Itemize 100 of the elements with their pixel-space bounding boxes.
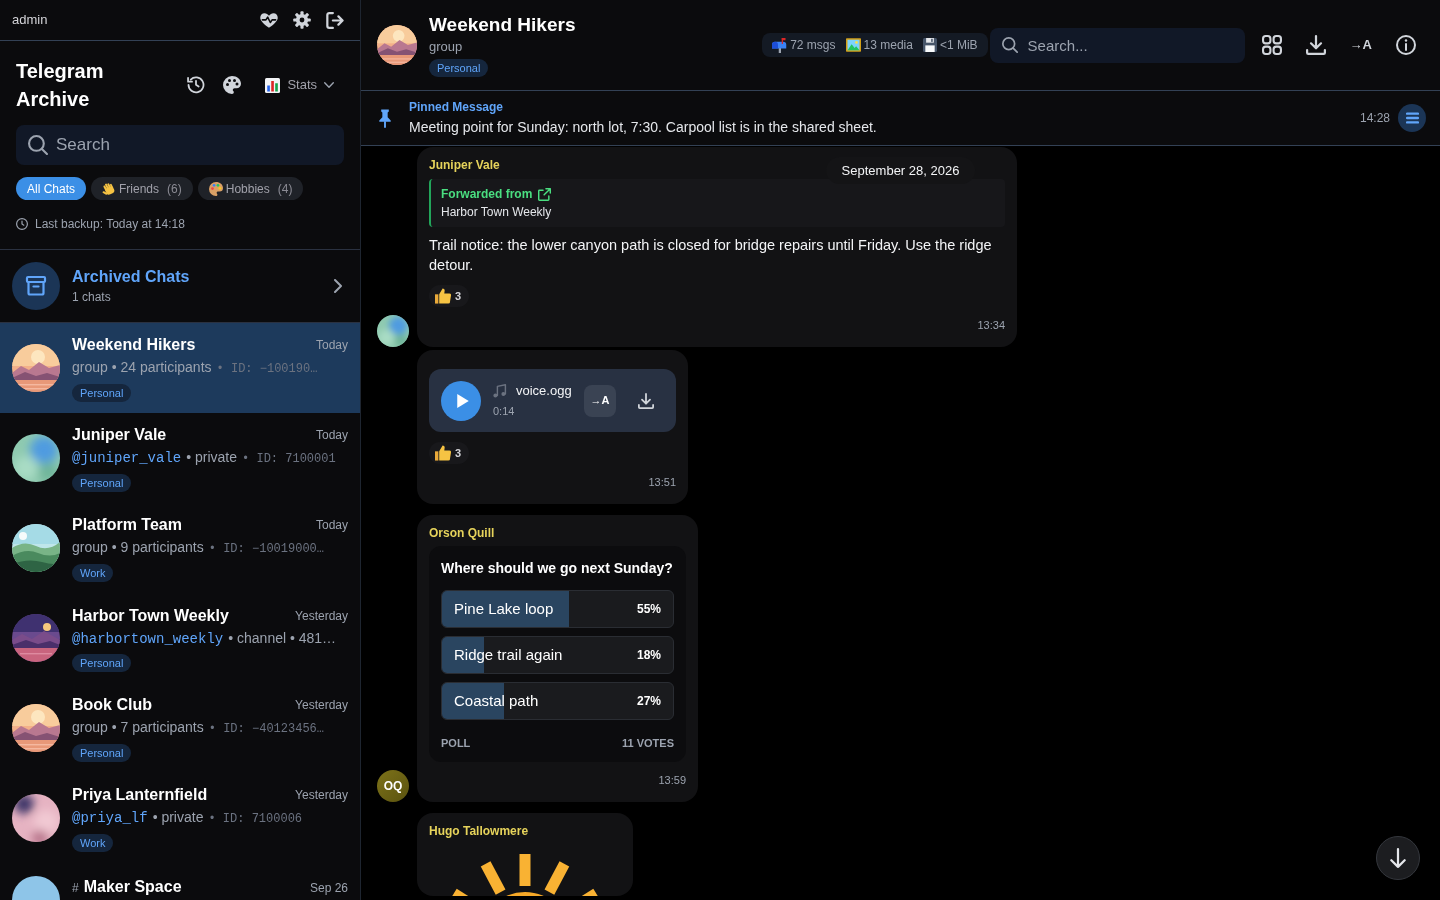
- info-icon[interactable]: [1396, 35, 1416, 55]
- mailbox-icon: [772, 37, 788, 53]
- channel-prefix: #: [72, 880, 79, 897]
- message-time: 13:51: [648, 475, 676, 489]
- message-time: 13:59: [658, 773, 686, 787]
- poll-option-label: Coastal path: [454, 690, 539, 711]
- message-sender: Hugo Tallowmere: [429, 823, 529, 839]
- clock-icon: [16, 218, 28, 230]
- chat-name: Priya Lanternfield: [72, 785, 208, 805]
- app-title: Telegram Archive: [16, 59, 104, 112]
- translate-button[interactable]: →A: [1349, 35, 1372, 55]
- waving-hand-icon: [102, 181, 117, 196]
- chat-details: group • 24 participants: [72, 358, 212, 377]
- palette-icon[interactable]: [223, 76, 242, 94]
- reaction-button[interactable]: 3: [429, 285, 470, 307]
- poll-option-percent: 27%: [636, 693, 661, 710]
- chat-name: Book Club: [72, 695, 152, 715]
- chat-tag: Personal: [72, 653, 132, 672]
- history-icon[interactable]: [187, 76, 206, 94]
- chat-date: Today: [315, 427, 348, 444]
- health-icon[interactable]: [260, 12, 278, 28]
- sender-avatar: [377, 315, 409, 347]
- download-icon[interactable]: [638, 392, 654, 409]
- voice-file-name: voice.ogg: [516, 382, 572, 400]
- chat-avatar: [12, 434, 60, 482]
- paint-palette-icon: [208, 181, 223, 196]
- chat-tag: Personal: [72, 744, 132, 762]
- chat-avatar: [12, 344, 60, 392]
- play-icon: [456, 393, 469, 408]
- media-count: 13 media: [863, 37, 913, 54]
- thumbs-up-icon: [435, 288, 451, 304]
- poll-option-percent: 18%: [636, 647, 661, 664]
- backup-status: Last backup: Today at 14:18: [35, 216, 185, 232]
- logout-icon[interactable]: [326, 11, 344, 29]
- chat-id: • ID: −40123456…: [208, 721, 324, 738]
- grid-view-icon[interactable]: [1261, 35, 1282, 55]
- chat-name: Weekend Hikers: [72, 335, 196, 355]
- arrow-down-icon: [1390, 848, 1406, 868]
- chat-date: Sep 26: [309, 879, 348, 897]
- poll-vote-count: 11 VOTES: [622, 736, 674, 750]
- chat-list-item[interactable]: Weekend Hikers Today group • 24 participants • ID: −100190… Personal: [0, 323, 360, 413]
- play-button[interactable]: [441, 380, 481, 421]
- chat-list-item[interactable]: Book Club Yesterday group • 7 participants • ID: −40123456… Personal: [0, 683, 360, 773]
- message-sender: Orson Quill: [429, 525, 495, 541]
- chat-details: • channel • 481…: [228, 628, 337, 648]
- chat-date: Today: [315, 337, 348, 354]
- poll-option-percent: 55%: [636, 601, 661, 618]
- chat-list-item[interactable]: # Maker Space Sep 26: [0, 863, 360, 900]
- chat-details: group • 9 participants: [72, 538, 204, 557]
- chat-id: • ID: −10019000…: [208, 541, 324, 558]
- chevron-right-icon: [334, 279, 342, 293]
- archive-icon: [12, 262, 60, 310]
- chat-tag: Personal: [72, 474, 132, 492]
- message-sender: Juniper Vale: [429, 157, 500, 173]
- sender-avatar: OQ: [377, 770, 409, 802]
- chat-username: @priya_lf: [72, 809, 148, 828]
- poll-option-label: Pine Lake loop: [454, 598, 554, 619]
- music-note-icon: [493, 384, 507, 398]
- pinned-time: 14:28: [1359, 110, 1390, 127]
- chat-avatar: [12, 524, 60, 572]
- filter-tab[interactable]: Friends (6): [91, 177, 193, 200]
- chat-tag: Work: [72, 834, 114, 852]
- search-field[interactable]: Search: [16, 125, 344, 165]
- scroll-down-button[interactable]: [1376, 836, 1420, 880]
- filter-tab[interactable]: Hobbies (4): [197, 177, 304, 200]
- settings-icon[interactable]: [293, 11, 311, 29]
- chat-details: • private: [186, 448, 238, 467]
- chat-name: Harbor Town Weekly: [72, 605, 229, 626]
- chat-details: group • 7 participants: [72, 718, 204, 737]
- chat-list-item[interactable]: Platform Team Today group • 9 participants • ID: −10019000… Work: [0, 503, 360, 593]
- chat-title: Weekend Hikers: [429, 13, 576, 37]
- thumbs-up-icon: [435, 445, 451, 461]
- chat-username: @juniper_vale: [72, 449, 182, 468]
- external-link-icon[interactable]: [538, 187, 552, 201]
- chat-list-item[interactable]: Harbor Town Weekly Yesterday @harbortown_weekly • channel • 481… Personal: [0, 593, 360, 683]
- chat-date: Yesterday: [295, 787, 348, 804]
- message-time: 13:34: [977, 318, 1005, 332]
- caret-icon: [324, 82, 334, 88]
- chat-list-item[interactable]: Priya Lanternfield Yesterday @priya_lf • private • ID: 7100006 Work: [0, 773, 360, 863]
- chat-name: Maker Space: [83, 877, 182, 897]
- pinned-list-button[interactable]: [1398, 104, 1426, 132]
- bar-chart-icon: [265, 77, 281, 93]
- pin-icon: [379, 108, 391, 128]
- chat-list-item[interactable]: Juniper Vale Today @juniper_vale • private • ID: 7100001 Personal: [0, 413, 360, 503]
- storage-size: <1 MiB: [939, 37, 978, 54]
- user-name: admin: [12, 11, 48, 30]
- chat-date: Yesterday: [295, 607, 348, 625]
- list-icon: [1405, 112, 1419, 124]
- search-field[interactable]: Search...: [989, 27, 1245, 63]
- chat-avatar: [12, 794, 60, 842]
- chat-id: • ID: 7100001: [242, 451, 336, 468]
- stats-dropdown[interactable]: Stats: [265, 75, 334, 95]
- download-icon[interactable]: [1305, 35, 1326, 55]
- chat-date: Yesterday: [295, 697, 348, 714]
- reaction-button[interactable]: 3: [429, 442, 470, 464]
- translate-button[interactable]: →A: [584, 384, 616, 417]
- chat-tag: Personal: [72, 384, 132, 402]
- forwarded-label: Forwarded from: [441, 186, 533, 203]
- chat-id: • ID: 7100006: [208, 811, 303, 828]
- chat-type: group: [429, 38, 463, 56]
